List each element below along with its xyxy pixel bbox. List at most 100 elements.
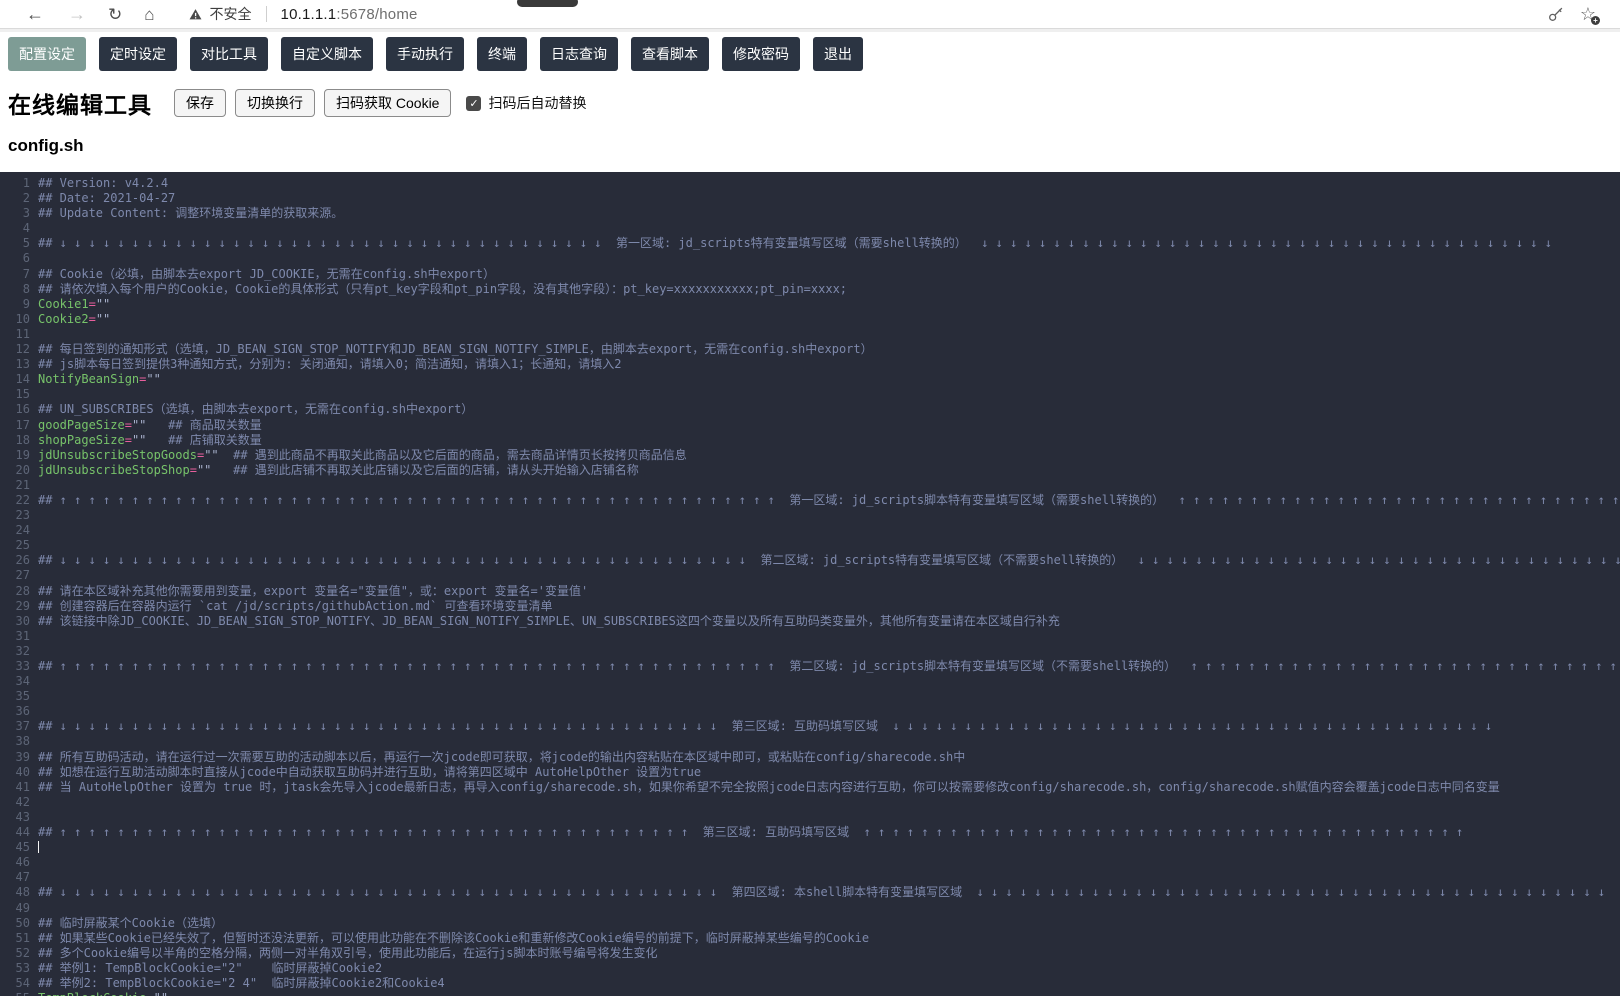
nav-item[interactable]: 手动执行 — [386, 37, 464, 71]
home-icon[interactable]: ⌂ — [144, 6, 154, 23]
scan-cookie-button[interactable]: 扫码获取 Cookie — [324, 89, 451, 117]
code-line[interactable]: 11 — [0, 327, 1620, 342]
code-line[interactable]: 48## ↓ ↓ ↓ ↓ ↓ ↓ ↓ ↓ ↓ ↓ ↓ ↓ ↓ ↓ ↓ ↓ ↓ ↓… — [0, 885, 1620, 900]
code-line[interactable]: 17goodPageSize="" ## 商品取关数量 — [0, 418, 1620, 433]
code-line[interactable]: 7## Cookie（必填，由脚本去export JD_COOKIE，无需在co… — [0, 267, 1620, 282]
code-line[interactable]: 28## 请在本区域补充其他你需要用到变量，export 变量名="变量值"，或… — [0, 584, 1620, 599]
code-line[interactable]: 39## 所有互助码活动，请在运行过一次需要互助的活动脚本以后，再运行一次jco… — [0, 750, 1620, 765]
code-text: ## 创建容器后在容器内运行 `cat /jd/scripts/githubAc… — [38, 599, 553, 614]
code-line[interactable]: 52## 多个Cookie编号以半角的空格分隔，两侧一对半角双引号，使用此功能后… — [0, 946, 1620, 961]
code-line[interactable]: 10Cookie2="" — [0, 312, 1620, 327]
code-line[interactable]: 29## 创建容器后在容器内运行 `cat /jd/scripts/github… — [0, 599, 1620, 614]
line-number: 26 — [0, 553, 38, 568]
code-line[interactable]: 50## 临时屏蔽某个Cookie（选填） — [0, 916, 1620, 931]
nav-item[interactable]: 查看脚本 — [631, 37, 709, 71]
code-line[interactable]: 47 — [0, 870, 1620, 885]
code-line[interactable]: 25 — [0, 538, 1620, 553]
code-line[interactable]: 35 — [0, 689, 1620, 704]
code-line[interactable]: 8## 请依次填入每个用户的Cookie，Cookie的具体形式（只有pt_ke… — [0, 282, 1620, 297]
url-path: :5678/home — [336, 6, 417, 23]
code-line[interactable]: 27 — [0, 568, 1620, 583]
code-text: ## ↓ ↓ ↓ ↓ ↓ ↓ ↓ ↓ ↓ ↓ ↓ ↓ ↓ ↓ ↓ ↓ ↓ ↓ ↓… — [38, 885, 1605, 900]
code-text: ## ↓ ↓ ↓ ↓ ↓ ↓ ↓ ↓ ↓ ↓ ↓ ↓ ↓ ↓ ↓ ↓ ↓ ↓ ↓… — [38, 719, 1492, 734]
code-line[interactable]: 20jdUnsubscribeStopShop="" ## 遇到此店铺不再取关此… — [0, 463, 1620, 478]
forward-icon[interactable]: → — [68, 5, 86, 23]
code-text: ## 请在本区域补充其他你需要用到变量，export 变量名="变量值"，或：e… — [38, 584, 588, 599]
code-line[interactable]: 26## ↓ ↓ ↓ ↓ ↓ ↓ ↓ ↓ ↓ ↓ ↓ ↓ ↓ ↓ ↓ ↓ ↓ ↓… — [0, 553, 1620, 568]
nav-item[interactable]: 修改密码 — [722, 37, 800, 71]
code-text: ## 该链接中除JD_COOKIE、JD_BEAN_SIGN_STOP_NOTI… — [38, 614, 1060, 629]
code-line[interactable]: 40## 如想在运行互助活动脚本时直接从jcode中自动获取互助码并进行互助，请… — [0, 765, 1620, 780]
code-line[interactable]: 24 — [0, 523, 1620, 538]
code-line[interactable]: 36 — [0, 704, 1620, 719]
page-title: 在线编辑工具 — [8, 86, 152, 120]
code-line[interactable]: 49 — [0, 901, 1620, 916]
code-text: ## 举例1: TempBlockCookie="2" 临时屏蔽掉Cookie2 — [38, 961, 382, 976]
warning-icon[interactable] — [189, 8, 202, 21]
code-line[interactable]: 18shopPageSize="" ## 店铺取关数量 — [0, 433, 1620, 448]
code-line[interactable]: 44## ↑ ↑ ↑ ↑ ↑ ↑ ↑ ↑ ↑ ↑ ↑ ↑ ↑ ↑ ↑ ↑ ↑ ↑… — [0, 825, 1620, 840]
code-line[interactable]: 14NotifyBeanSign="" — [0, 372, 1620, 387]
code-line[interactable]: 16## UN_SUBSCRIBES（选填，由脚本去export，无需在conf… — [0, 402, 1620, 417]
code-line[interactable]: 23 — [0, 508, 1620, 523]
line-number: 2 — [0, 191, 38, 206]
code-line[interactable]: 3## Update Content: 调整环境变量清单的获取来源。 — [0, 206, 1620, 221]
nav-item[interactable]: 配置设定 — [8, 37, 86, 71]
nav-item[interactable]: 退出 — [813, 37, 863, 71]
password-key-icon[interactable] — [1547, 6, 1564, 23]
code-editor[interactable]: 1## Version: v4.2.42## Date: 2021-04-273… — [0, 172, 1620, 996]
code-line[interactable]: 15 — [0, 387, 1620, 402]
favorite-star-icon[interactable]: ☆ + — [1580, 5, 1596, 23]
code-line[interactable]: 34 — [0, 674, 1620, 689]
code-line[interactable]: 43 — [0, 810, 1620, 825]
line-number: 50 — [0, 916, 38, 931]
url-text[interactable]: 10.1.1.1:5678/home — [281, 6, 418, 23]
code-line[interactable]: 53## 举例1: TempBlockCookie="2" 临时屏蔽掉Cooki… — [0, 961, 1620, 976]
code-line[interactable]: 12## 每日签到的通知形式（选填，JD_BEAN_SIGN_STOP_NOTI… — [0, 342, 1620, 357]
code-line[interactable]: 55TempBlockCookie="" — [0, 991, 1620, 996]
code-line[interactable]: 6 — [0, 251, 1620, 266]
line-number: 1 — [0, 176, 38, 191]
code-line[interactable]: 19jdUnsubscribeStopGoods="" ## 遇到此商品不再取关… — [0, 448, 1620, 463]
code-line[interactable]: 22## ↑ ↑ ↑ ↑ ↑ ↑ ↑ ↑ ↑ ↑ ↑ ↑ ↑ ↑ ↑ ↑ ↑ ↑… — [0, 493, 1620, 508]
code-line[interactable]: 51## 如果某些Cookie已经失效了，但暂时还没法更新，可以使用此功能在不删… — [0, 931, 1620, 946]
nav-item[interactable]: 日志查询 — [540, 37, 618, 71]
save-button[interactable]: 保存 — [174, 89, 226, 117]
refresh-icon[interactable]: ↻ — [108, 6, 122, 23]
code-line[interactable]: 2## Date: 2021-04-27 — [0, 191, 1620, 206]
auto-replace-label[interactable]: 扫码后自动替换 — [488, 93, 586, 113]
toggle-wrap-button[interactable]: 切换换行 — [235, 89, 315, 117]
browser-tab-fragment[interactable] — [517, 0, 578, 7]
code-line[interactable]: 41## 当 AutoHelpOther 设置为 true 时，jtask会先导… — [0, 780, 1620, 795]
code-line[interactable]: 32 — [0, 644, 1620, 659]
code-line[interactable]: 4 — [0, 221, 1620, 236]
back-icon[interactable]: ← — [26, 5, 44, 23]
code-line[interactable]: 30## 该链接中除JD_COOKIE、JD_BEAN_SIGN_STOP_NO… — [0, 614, 1620, 629]
nav-item[interactable]: 自定义脚本 — [281, 37, 373, 71]
nav-item[interactable]: 定时设定 — [99, 37, 177, 71]
code-line[interactable]: 45 — [0, 840, 1620, 855]
nav-item[interactable]: 对比工具 — [190, 37, 268, 71]
code-line[interactable]: 1## Version: v4.2.4 — [0, 176, 1620, 191]
code-line[interactable]: 46 — [0, 855, 1620, 870]
code-line[interactable]: 54## 举例2: TempBlockCookie="2 4" 临时屏蔽掉Coo… — [0, 976, 1620, 991]
code-line[interactable]: 38 — [0, 734, 1620, 749]
auto-replace-checkbox[interactable]: ✓ — [466, 96, 481, 111]
code-line[interactable]: 21 — [0, 478, 1620, 493]
line-number: 54 — [0, 976, 38, 991]
address-bar[interactable]: 不安全 10.1.1.1:5678/home — [189, 4, 418, 24]
line-number: 20 — [0, 463, 38, 478]
nav-item[interactable]: 终端 — [477, 37, 527, 71]
check-icon: ✓ — [469, 97, 478, 110]
line-number: 5 — [0, 236, 38, 251]
code-line[interactable]: 13## js脚本每日签到提供3种通知方式，分别为: 关闭通知，请填入0；简洁通… — [0, 357, 1620, 372]
code-line[interactable]: 37## ↓ ↓ ↓ ↓ ↓ ↓ ↓ ↓ ↓ ↓ ↓ ↓ ↓ ↓ ↓ ↓ ↓ ↓… — [0, 719, 1620, 734]
line-number: 12 — [0, 342, 38, 357]
code-line[interactable]: 31 — [0, 629, 1620, 644]
security-label[interactable]: 不安全 — [210, 4, 252, 24]
code-line[interactable]: 5## ↓ ↓ ↓ ↓ ↓ ↓ ↓ ↓ ↓ ↓ ↓ ↓ ↓ ↓ ↓ ↓ ↓ ↓ … — [0, 236, 1620, 251]
code-line[interactable]: 42 — [0, 795, 1620, 810]
code-line[interactable]: 33## ↑ ↑ ↑ ↑ ↑ ↑ ↑ ↑ ↑ ↑ ↑ ↑ ↑ ↑ ↑ ↑ ↑ ↑… — [0, 659, 1620, 674]
url-host: 10.1.1.1 — [281, 6, 337, 23]
code-line[interactable]: 9Cookie1="" — [0, 297, 1620, 312]
